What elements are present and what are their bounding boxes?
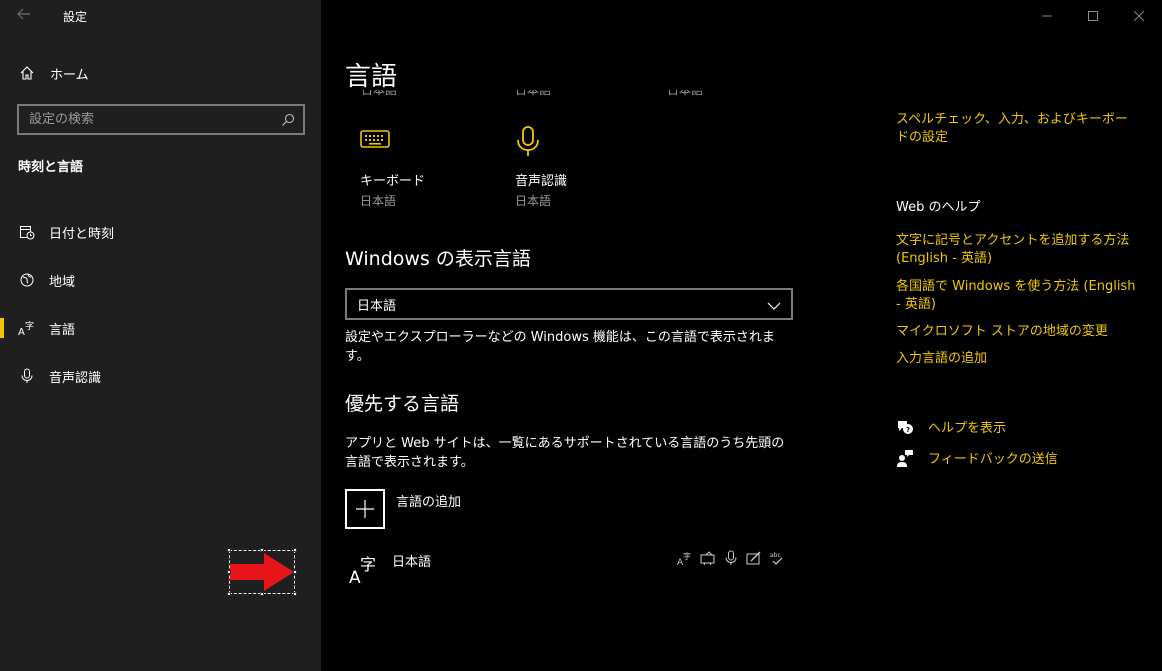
keyboard-icon [360,126,490,162]
feedback-label: フィードバックの送信 [928,452,1058,467]
svg-text:字: 字 [360,555,376,574]
svg-text:字: 字 [683,551,691,561]
search-box[interactable] [17,104,305,135]
preferred-languages-heading: 優先する言語 [345,393,460,415]
display-language-description: 設定やエクスプローラーなどの Windows 機能は、この言語で表示されます。 [345,330,775,364]
tile-sub-label: 日本語 [515,90,552,97]
back-arrow-icon[interactable] [16,6,36,26]
tile-name: キーボード [360,174,426,189]
title-bar: 設定 [0,0,321,32]
sidebar-item-label: 地域 [49,274,76,290]
tile-name: 音声認識 [515,174,568,189]
sidebar-item-region[interactable]: 地域 [0,256,321,304]
preferred-languages-description: アプリと Web サイトは、一覧にあるサポートされている言語のうち先頭の言語で表… [345,436,785,470]
add-language-button[interactable]: 言語の追加 [345,489,461,529]
maximize-icon[interactable] [1070,0,1116,32]
language-icon: A字 [18,319,36,337]
language-features: A字 abc [676,549,785,566]
display-language-select[interactable]: 日本語 [345,288,793,320]
calendar-clock-icon [18,223,36,241]
sidebar: 設定 ホーム 時刻と言語 日付と時刻 地域 A字 [0,0,321,671]
sidebar-item-date-time[interactable]: 日付と時刻 [0,208,321,256]
window-controls [1024,0,1162,32]
feedback-link[interactable]: フィードバックの送信 [896,448,1058,467]
speech-tile[interactable]: 音声認識 日本語 [515,126,645,209]
web-help-link[interactable]: 入力言語の追加 [896,350,1136,368]
language-icon: A字 [347,552,381,588]
sidebar-item-label: 音声認識 [49,370,102,386]
sidebar-item-label: 日付と時刻 [49,226,115,242]
get-help-label: ヘルプを表示 [928,421,1007,436]
language-list-item[interactable]: A字 日本語 A字 abc [345,548,791,592]
sidebar-item-home[interactable]: ホーム [0,56,321,90]
help-chat-icon: ? [896,418,914,436]
globe-icon [18,271,36,289]
svg-text:abc: abc [770,552,781,559]
spellcheck-icon: abc [768,549,785,566]
sidebar-item-speech[interactable]: 音声認識 [0,352,321,400]
svg-text:?: ? [906,426,910,434]
spellcheck-settings-link[interactable]: スペルチェック、入力、およびキーボードの設定 [896,111,1136,147]
sidebar-item-label: ホーム [50,67,89,83]
search-input[interactable] [19,112,277,127]
sidebar-nav: 日付と時刻 地域 A字 言語 音声認識 [0,208,321,400]
get-help-link[interactable]: ? ヘルプを表示 [896,417,1006,436]
red-arrow-annotation [227,548,297,596]
web-help-link[interactable]: マイクロソフト ストアの地域の変更 [896,323,1136,341]
display-language-heading: Windows の表示言語 [345,248,531,270]
page-title: 言語 [345,62,398,92]
tile-sub-label: 日本語 [667,90,704,97]
add-language-label: 言語の追加 [396,495,462,510]
search-icon[interactable] [277,109,299,131]
sidebar-item-language[interactable]: A字 言語 [0,304,321,352]
tile-sub-label: 日本語 [361,90,398,97]
web-help-link[interactable]: 各国語で Windows を使う方法 (English - 英語) [896,278,1136,314]
close-icon[interactable] [1116,0,1162,32]
tile-sub-label: 日本語 [360,194,397,208]
tile-sub-label: 日本語 [515,194,552,208]
chevron-down-icon [767,295,781,314]
main-content: 言語 日本語 日本語 日本語 キーボード 日本語 音声認識 日本語 Window… [321,0,1162,671]
home-icon [18,64,36,82]
app-title: 設定 [63,10,88,24]
clipped-tile-labels: 日本語 日本語 日本語 [345,90,845,100]
minimize-icon[interactable] [1024,0,1070,32]
web-help-heading: Web のヘルプ [896,200,981,215]
speech-icon [722,549,739,566]
sidebar-item-label: 言語 [49,322,76,338]
plus-icon [345,489,385,529]
keyboard-tile[interactable]: キーボード 日本語 [360,126,490,209]
display-language-icon: A字 [676,549,693,566]
section-title: 時刻と言語 [18,160,84,175]
handwriting-icon [745,549,762,566]
select-value: 日本語 [357,298,397,314]
language-name: 日本語 [392,555,432,570]
microphone-icon [515,126,645,162]
text-to-speech-icon [699,549,716,566]
feedback-icon [896,449,914,467]
svg-text:A: A [18,327,25,336]
microphone-icon [18,367,36,385]
svg-text:字: 字 [25,320,34,332]
web-help-link[interactable]: 文字に記号とアクセントを追加する方法 (English - 英語) [896,232,1136,268]
